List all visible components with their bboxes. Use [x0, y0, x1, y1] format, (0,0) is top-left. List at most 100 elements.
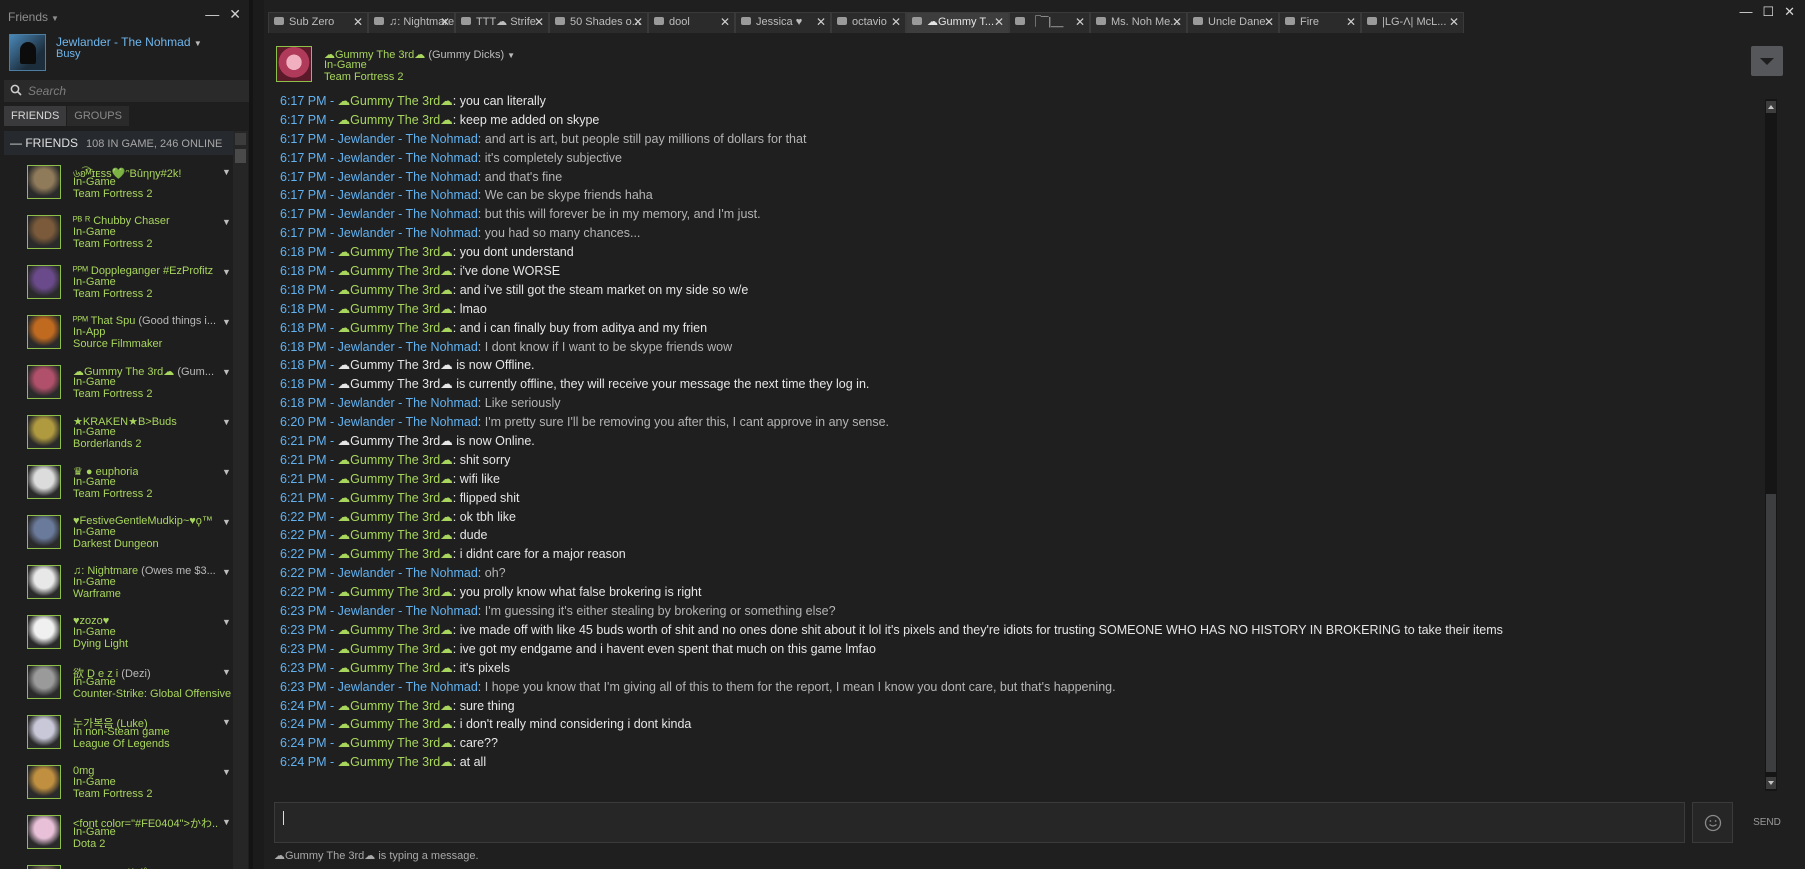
- avatar[interactable]: [27, 815, 61, 849]
- list-item[interactable]: ♫: Nightmare (Owes me $3... ▼ In-Game Warfr…: [4, 555, 233, 605]
- list-item[interactable]: ♥FestiveGentleMudkip~♥ϙ™ ▼ In-Game Darkest …: [4, 505, 233, 555]
- avatar[interactable]: [27, 315, 61, 349]
- chevron-down-icon[interactable]: ▼: [222, 267, 231, 277]
- minimize-icon[interactable]: —: [205, 6, 219, 22]
- chat-message: 6:18 PM - ☁Gummy The 3rd☁ is currently o…: [280, 375, 1760, 394]
- scroll-up-icon[interactable]: [1766, 101, 1776, 113]
- list-item[interactable]: 欲 D e z i (Dezi) ▼ In-Game Counter-Strike: …: [4, 655, 233, 705]
- scroll-down-icon[interactable]: [1766, 777, 1776, 789]
- search-input[interactable]: [28, 82, 243, 100]
- current-user[interactable]: Jewlander - The Nohmad ▼ Busy: [9, 34, 249, 74]
- close-icon[interactable]: ✕: [633, 13, 643, 32]
- chevron-down-icon[interactable]: ▼: [222, 467, 231, 477]
- message-input[interactable]: [275, 803, 1684, 842]
- avatar[interactable]: [27, 765, 61, 799]
- list-item[interactable]: ☁Gummy The 3rd☁ (Gum... ▼ In-Game Team Fort…: [4, 355, 233, 405]
- list-item[interactable]: 0mg ▼ In-Game Team Fortress 2: [4, 755, 233, 805]
- chat-tab[interactable]: ☁Gummy T... ✕: [906, 12, 1009, 33]
- friends-group-header[interactable]: — FRIENDS 108 IN GAME, 246 ONLINE: [4, 131, 233, 155]
- close-icon[interactable]: ✕: [891, 13, 901, 32]
- send-button[interactable]: SEND: [1741, 802, 1793, 843]
- maximize-icon[interactable]: ☐: [1762, 4, 1774, 19]
- close-icon[interactable]: ✕: [994, 13, 1004, 32]
- chevron-down-icon[interactable]: ▼: [222, 667, 231, 677]
- chevron-down-icon[interactable]: ▼: [222, 417, 231, 427]
- avatar[interactable]: [9, 34, 46, 71]
- friends-title[interactable]: Friends ▼: [8, 10, 59, 24]
- avatar[interactable]: [27, 565, 61, 599]
- close-icon[interactable]: ✕: [1784, 4, 1795, 19]
- avatar[interactable]: [27, 165, 61, 199]
- chevron-down-icon[interactable]: ▼: [222, 317, 231, 327]
- avatar[interactable]: [27, 715, 61, 749]
- chat-options-dropdown-button[interactable]: [1751, 46, 1783, 76]
- avatar[interactable]: [276, 46, 312, 82]
- tab-friends[interactable]: FRIENDS: [4, 106, 67, 126]
- chat-tab[interactable]: Uncle Dane ✕: [1187, 12, 1279, 33]
- list-item[interactable]: ৬ʚ͡͡ᴹɪᴇѕѕ💚ᵔBûηηу#2k! ▼ In-Game Team Fortres…: [4, 155, 233, 205]
- avatar[interactable]: [27, 665, 61, 699]
- chat-tab[interactable]: ♫: Nightmare ✕: [368, 12, 455, 33]
- chat-tab[interactable]: Fire ✕: [1279, 12, 1361, 33]
- close-icon[interactable]: ✕: [534, 13, 544, 32]
- chat-tab[interactable]: Sub Zero ✕: [268, 12, 368, 33]
- list-item[interactable]: ᴾᴾᴹ That Spu (Good things i... ▼ In-App Sou…: [4, 305, 233, 355]
- chat-tab[interactable]: 50 Shades o... ✕: [549, 12, 648, 33]
- chat-scrollbar[interactable]: [1765, 99, 1777, 791]
- chevron-down-icon[interactable]: ▼: [222, 717, 231, 727]
- avatar[interactable]: [27, 415, 61, 449]
- close-icon[interactable]: ✕: [1075, 13, 1085, 32]
- avatar[interactable]: [27, 265, 61, 299]
- list-item[interactable]: ♛ ● euphoria ▼ In-Game Team Fortress 2: [4, 455, 233, 505]
- chat-tab[interactable]: octavio ✕: [831, 12, 906, 33]
- chevron-down-icon[interactable]: ▼: [194, 39, 202, 48]
- avatar[interactable]: [27, 515, 61, 549]
- chat-tab[interactable]: dool ✕: [648, 12, 735, 33]
- close-icon[interactable]: ✕: [440, 13, 450, 32]
- scroll-thumb[interactable]: [1766, 494, 1776, 772]
- chat-tab[interactable]: TTT☁ Strife ✕: [455, 12, 549, 33]
- chevron-down-icon[interactable]: ▼: [222, 217, 231, 227]
- avatar[interactable]: [27, 215, 61, 249]
- close-icon[interactable]: ✕: [229, 6, 241, 22]
- chat-window-controls: — ☐ ✕: [1729, 4, 1795, 20]
- chat-tab[interactable]: ⎾‾‾|__ ✕: [1009, 12, 1090, 33]
- chat-tab[interactable]: Ms. Noh Me... ✕: [1090, 12, 1187, 33]
- chevron-down-icon[interactable]: ▼: [222, 617, 231, 627]
- chevron-down-icon[interactable]: ▼: [222, 567, 231, 577]
- chat-tab[interactable]: Jessica ♥ ✕: [735, 12, 831, 33]
- chevron-down-icon[interactable]: ▼: [222, 817, 231, 827]
- list-item[interactable]: <font color="#FE0404">かわ... ▼ In-Game Dota …: [4, 805, 233, 855]
- close-icon[interactable]: ✕: [353, 13, 363, 32]
- close-icon[interactable]: ✕: [1172, 13, 1182, 32]
- close-icon[interactable]: ✕: [1346, 13, 1356, 32]
- avatar[interactable]: [27, 465, 61, 499]
- chevron-down-icon[interactable]: ▼: [222, 517, 231, 527]
- emoticon-button[interactable]: [1692, 802, 1733, 843]
- chevron-down-icon[interactable]: ▼: [507, 51, 515, 60]
- list-item[interactable]: ᴿᴮ Conklin サポ ♪ tutuu▼In-Game: [4, 855, 233, 869]
- list-item[interactable]: ★KRAKEN★B>Buds ▼ In-Game Borderlands 2: [4, 405, 233, 455]
- tab-groups[interactable]: GROUPS: [67, 106, 129, 126]
- chevron-down-icon[interactable]: ▼: [222, 367, 231, 377]
- chevron-down-icon[interactable]: ▼: [51, 14, 59, 23]
- avatar[interactable]: [27, 365, 61, 399]
- avatar[interactable]: [27, 865, 61, 869]
- close-icon[interactable]: ✕: [720, 13, 730, 32]
- chat-tab[interactable]: |LG-Λ| McL... ✕: [1361, 12, 1464, 33]
- scroll-thumb[interactable]: [235, 149, 246, 163]
- current-user-name[interactable]: Jewlander - The Nohmad ▼: [56, 35, 202, 49]
- list-item[interactable]: 누가복음 (Luke) ▼ In non-Steam game League Of L…: [4, 705, 233, 755]
- close-icon[interactable]: ✕: [1449, 13, 1459, 32]
- scroll-up-icon[interactable]: [235, 133, 246, 145]
- list-item[interactable]: ᴾᴾᴹ Doppleganger #EzProfitz ▼ In-Game Team …: [4, 255, 233, 305]
- minimize-icon[interactable]: —: [1739, 4, 1752, 19]
- chevron-down-icon[interactable]: ▼: [222, 767, 231, 777]
- list-item[interactable]: ♥zozo♥ ▼ In-Game Dying Light: [4, 605, 233, 655]
- avatar[interactable]: [27, 615, 61, 649]
- close-icon[interactable]: ✕: [1264, 13, 1274, 32]
- chevron-down-icon[interactable]: ▼: [222, 167, 231, 177]
- friends-scrollbar[interactable]: [233, 131, 248, 869]
- list-item[interactable]: ᴾᴮ ᴿ Chubby Chaser ▼ In-Game Team Fortress …: [4, 205, 233, 255]
- close-icon[interactable]: ✕: [816, 13, 826, 32]
